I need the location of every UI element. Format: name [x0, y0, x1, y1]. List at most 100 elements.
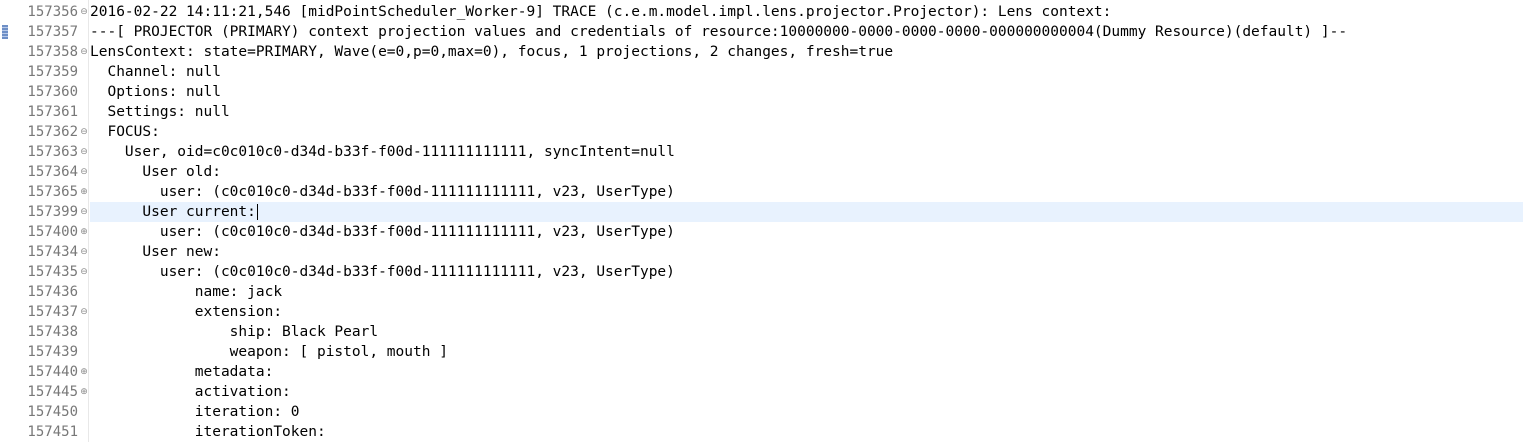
editor-line[interactable]: 157362 ⊖ FOCUS:	[0, 122, 1523, 142]
editor-line[interactable]: 157438 ship: Black Pearl	[0, 322, 1523, 342]
code-text: iterationToken:	[90, 424, 326, 440]
code-area[interactable]: LensContext: state=PRIMARY, Wave(e=0,p=0…	[90, 42, 1523, 62]
fold-collapse-icon[interactable]: ⊖	[78, 242, 90, 262]
line-number: 157437	[27, 304, 78, 320]
line-number: 157436	[27, 284, 78, 300]
code-text: Settings: null	[90, 104, 230, 120]
line-number: 157364	[27, 164, 78, 180]
code-area[interactable]: extension:	[90, 302, 1523, 322]
code-text: ---[ PROJECTOR (PRIMARY) context project…	[90, 24, 1348, 40]
code-area[interactable]: user: (c0c010c0-d34d-b33f-f00d-111111111…	[90, 182, 1523, 202]
code-area[interactable]: activation:	[90, 382, 1523, 402]
line-number: 157360	[27, 84, 78, 100]
editor-line[interactable]: 157358 ⊖ LensContext: state=PRIMARY, Wave(…	[0, 42, 1523, 62]
fold-expand-icon[interactable]: ⊕	[78, 182, 90, 202]
fold-collapse-icon[interactable]: ⊖	[78, 2, 90, 22]
editor-line[interactable]: 157363 ⊖ User, oid=c0c010c0-d34d-b33f-f00…	[0, 142, 1523, 162]
line-number: 157357	[27, 24, 78, 40]
editor-line[interactable]: 157359 Channel: null	[0, 62, 1523, 82]
fold-expand-icon[interactable]: ⊕	[78, 362, 90, 382]
code-text: user: (c0c010c0-d34d-b33f-f00d-111111111…	[90, 264, 675, 280]
line-number: 157362	[27, 124, 78, 140]
code-area[interactable]: FOCUS:	[90, 122, 1523, 142]
fold-collapse-icon[interactable]: ⊖	[78, 122, 90, 142]
editor-line[interactable]: 157399 ⊖ User current:	[0, 202, 1523, 222]
editor-line[interactable]: 157434 ⊖ User new:	[0, 242, 1523, 262]
editor-line[interactable]: 157357 ---[ PROJECTOR (PRIMARY) context p…	[0, 22, 1523, 42]
editor-line[interactable]: 157451 iterationToken:	[0, 422, 1523, 442]
editor-line[interactable]: 157360 Options: null	[0, 82, 1523, 102]
code-text: ship: Black Pearl	[90, 324, 379, 340]
editor-line[interactable]: 157436 name: jack	[0, 282, 1523, 302]
line-number: 157438	[27, 324, 78, 340]
code-text: Options: null	[90, 84, 221, 100]
code-area[interactable]: User new:	[90, 242, 1523, 262]
code-area[interactable]: iterationToken:	[90, 422, 1523, 442]
code-editor[interactable]: 157356 ⊖ 2016-02-22 14:11:21,546 [midPoint…	[0, 0, 1523, 442]
code-area[interactable]: ship: Black Pearl	[90, 322, 1523, 342]
code-area[interactable]: Channel: null	[90, 62, 1523, 82]
code-text: 2016-02-22 14:11:21,546 [midPointSchedul…	[90, 4, 1112, 20]
fold-collapse-icon[interactable]: ⊖	[78, 142, 90, 162]
code-text: LensContext: state=PRIMARY, Wave(e=0,p=0…	[90, 44, 894, 60]
editor-line[interactable]: 157365 ⊕ user: (c0c010c0-d34d-b33f-f00d-1…	[0, 182, 1523, 202]
code-text: User, oid=c0c010c0-d34d-b33f-f00d-111111…	[90, 144, 675, 160]
code-area[interactable]: 2016-02-22 14:11:21,546 [midPointSchedul…	[90, 2, 1523, 22]
code-text: Channel: null	[90, 64, 221, 80]
editor-line[interactable]: 157437 ⊖ extension:	[0, 302, 1523, 322]
editor-line[interactable]: 157445 ⊕ activation:	[0, 382, 1523, 402]
line-number: 157451	[27, 424, 78, 440]
code-text: metadata:	[90, 364, 274, 380]
code-area[interactable]: User old:	[90, 162, 1523, 182]
fold-expand-icon[interactable]: ⊕	[78, 382, 90, 402]
fold-collapse-icon[interactable]: ⊖	[78, 162, 90, 182]
line-number: 157363	[27, 144, 78, 160]
code-text: weapon: [ pistol, mouth ]	[90, 344, 448, 360]
editor-line[interactable]: 157356 ⊖ 2016-02-22 14:11:21,546 [midPoint…	[0, 2, 1523, 22]
code-area[interactable]: iteration: 0	[90, 402, 1523, 422]
fold-collapse-icon[interactable]: ⊖	[78, 302, 90, 322]
code-area[interactable]: user: (c0c010c0-d34d-b33f-f00d-111111111…	[90, 222, 1523, 242]
code-area[interactable]: metadata:	[90, 362, 1523, 382]
code-text: name: jack	[90, 284, 283, 300]
line-number: 157400	[27, 224, 78, 240]
line-number: 157440	[27, 364, 78, 380]
editor-line[interactable]: 157450 iteration: 0	[0, 402, 1523, 422]
code-area[interactable]: User current:	[90, 202, 1523, 222]
code-text: user: (c0c010c0-d34d-b33f-f00d-111111111…	[90, 224, 675, 240]
editor-line[interactable]: 157361 Settings: null	[0, 102, 1523, 122]
code-text: iteration: 0	[90, 404, 300, 420]
line-number: 157439	[27, 344, 78, 360]
code-text: extension:	[90, 304, 283, 320]
fold-collapse-icon[interactable]: ⊖	[78, 202, 90, 222]
editor-line[interactable]: 157439 weapon: [ pistol, mouth ]	[0, 342, 1523, 362]
line-number: 157359	[27, 64, 78, 80]
line-number: 157434	[27, 244, 78, 260]
editor-line[interactable]: 157364 ⊖ User old:	[0, 162, 1523, 182]
code-area[interactable]: name: jack	[90, 282, 1523, 302]
editor-line[interactable]: 157400 ⊕ user: (c0c010c0-d34d-b33f-f00d-1…	[0, 222, 1523, 242]
line-number: 157358	[27, 44, 78, 60]
code-area[interactable]: Options: null	[90, 82, 1523, 102]
code-area[interactable]: user: (c0c010c0-d34d-b33f-f00d-111111111…	[90, 262, 1523, 282]
code-text: User current:	[90, 204, 256, 220]
code-text: activation:	[90, 384, 291, 400]
fold-expand-icon[interactable]: ⊕	[78, 222, 90, 242]
code-area[interactable]: weapon: [ pistol, mouth ]	[90, 342, 1523, 362]
fold-collapse-icon[interactable]: ⊖	[78, 262, 90, 282]
line-number: 157435	[27, 264, 78, 280]
line-number: 157365	[27, 184, 78, 200]
text-caret	[256, 204, 258, 220]
line-number: 157445	[27, 384, 78, 400]
code-area[interactable]: User, oid=c0c010c0-d34d-b33f-f00d-111111…	[90, 142, 1523, 162]
code-text: User old:	[90, 164, 221, 180]
editor-line[interactable]: 157435 ⊖ user: (c0c010c0-d34d-b33f-f00d-1…	[0, 262, 1523, 282]
code-area[interactable]: ---[ PROJECTOR (PRIMARY) context project…	[90, 22, 1523, 42]
editor-lines: 157356 ⊖ 2016-02-22 14:11:21,546 [midPoint…	[0, 2, 1523, 442]
fold-collapse-icon[interactable]: ⊖	[78, 42, 90, 62]
code-area[interactable]: Settings: null	[90, 102, 1523, 122]
line-number: 157356	[27, 4, 78, 20]
code-text: FOCUS:	[90, 124, 160, 140]
editor-line[interactable]: 157440 ⊕ metadata:	[0, 362, 1523, 382]
code-text: User new:	[90, 244, 221, 260]
